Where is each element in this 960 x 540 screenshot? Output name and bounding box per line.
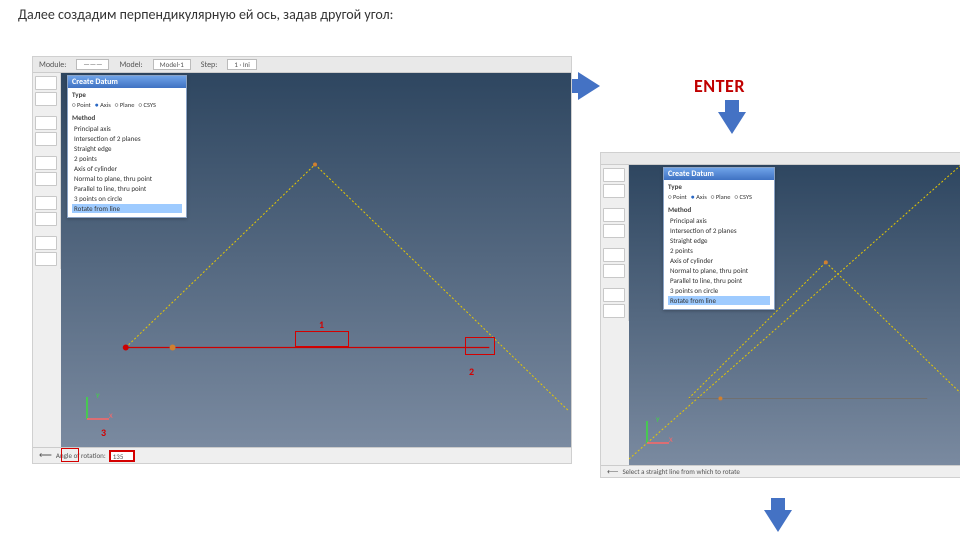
arrow-down-icon [764,510,792,532]
method-item[interactable]: Straight edge [72,144,182,153]
type-radios[interactable]: Point Axis Plane CSYS [68,99,186,111]
radio-csys[interactable]: CSYS [138,101,156,109]
highlight-box-3 [61,448,79,462]
method-item[interactable]: Intersection of 2 planes [72,134,182,143]
method-item[interactable]: Parallel to line, thru point [668,276,770,285]
palette-button[interactable] [603,184,625,198]
step-label: Step: [201,60,218,70]
module-label: Module: [39,60,66,70]
type-radios[interactable]: Point Axis Plane CSYS [664,191,774,203]
palette-button[interactable] [35,172,57,186]
step-select[interactable]: 1 · Ini [227,59,257,70]
method-item[interactable]: Principal axis [72,124,182,133]
method-item[interactable]: 2 points [668,246,770,255]
radio-axis[interactable]: Axis [95,101,111,109]
palette-button[interactable] [603,168,625,182]
dialog-title: Create Datum [68,76,186,88]
type-section-label: Type [68,88,186,99]
method-item[interactable]: Axis of cylinder [668,256,770,265]
palette-button[interactable] [35,212,57,226]
orientation-triad: Y X [643,417,673,447]
method-item[interactable]: 3 points on circle [668,286,770,295]
status-bar: ⟵ Angle of rotation: 135 [33,447,571,463]
module-select[interactable]: ——— [76,59,109,70]
palette-button[interactable] [35,196,57,210]
palette-button[interactable] [35,156,57,170]
method-item[interactable]: Straight edge [668,236,770,245]
viewport[interactable]: 1 2 Y X Create Datum Type Point Axis Pla… [61,73,571,447]
angle-input[interactable]: 135 [110,451,134,461]
method-item[interactable]: Parallel to line, thru point [72,184,182,193]
tool-palette [601,165,629,321]
palette-button[interactable] [35,76,57,90]
radio-csys[interactable]: CSYS [734,193,752,201]
model-select[interactable]: Model-1 [153,59,191,70]
screenshot-right: Y X Create Datum Type Point Axis Plane C… [600,152,960,478]
palette-button[interactable] [603,288,625,302]
method-item[interactable]: Axis of cylinder [72,164,182,173]
method-item[interactable]: Intersection of 2 planes [668,226,770,235]
status-prompt: Select a straight line from which to rot… [622,467,739,476]
radio-point[interactable]: Point [668,193,687,201]
method-item[interactable]: 3 points on circle [72,194,182,203]
axis-x-label: X [669,435,673,444]
radio-axis[interactable]: Axis [691,193,707,201]
method-section-label: Method [664,203,774,214]
method-list[interactable]: Principal axis Intersection of 2 planes … [68,122,186,217]
method-item-selected[interactable]: Rotate from line [72,204,182,213]
arrow-down-icon [718,112,746,134]
method-list[interactable]: Principal axis Intersection of 2 planes … [664,214,774,309]
top-toolbar: Module: ——— Model: Model-1 Step: 1 · Ini [33,57,571,73]
highlight-box-1 [295,331,349,347]
palette-button[interactable] [35,92,57,106]
dialog-title: Create Datum [664,168,774,180]
axis-y-label: Y [96,391,99,400]
orientation-triad: Y X [83,393,113,423]
palette-button[interactable] [603,224,625,238]
top-toolbar [601,153,960,165]
status-bar: ⟵ Select a straight line from which to r… [601,465,960,477]
tool-palette [33,73,61,269]
method-section-label: Method [68,111,186,122]
create-datum-dialog[interactable]: Create Datum Type Point Axis Plane CSYS … [663,167,775,310]
palette-button[interactable] [603,264,625,278]
viewport[interactable]: Y X Create Datum Type Point Axis Plane C… [629,165,960,465]
palette-button[interactable] [35,252,57,266]
palette-button[interactable] [35,132,57,146]
axis-x-label: X [109,411,113,420]
method-item[interactable]: Principal axis [668,216,770,225]
palette-button[interactable] [35,116,57,130]
enter-label: ENTER [694,75,745,97]
page-caption: Далее создадим перпендикулярную ей ось, … [18,6,393,23]
radio-plane[interactable]: Plane [711,193,731,201]
type-section-label: Type [664,180,774,191]
palette-button[interactable] [603,248,625,262]
annotation-3: 3 [101,426,106,439]
palette-button[interactable] [603,304,625,318]
model-label: Model: [119,60,142,70]
highlight-box-2 [465,337,495,355]
method-item-selected[interactable]: Rotate from line [668,296,770,305]
radio-plane[interactable]: Plane [115,101,135,109]
annotation-2: 2 [469,365,474,378]
radio-point[interactable]: Point [72,101,91,109]
method-item[interactable]: Normal to plane, thru point [668,266,770,275]
axis-y-label: Y [656,415,659,424]
create-datum-dialog[interactable]: Create Datum Type Point Axis Plane CSYS … [67,75,187,218]
palette-button[interactable] [603,208,625,222]
method-item[interactable]: 2 points [72,154,182,163]
arrow-right-icon [578,72,600,100]
annotation-1: 1 [319,318,324,331]
method-item[interactable]: Normal to plane, thru point [72,174,182,183]
palette-button[interactable] [35,236,57,250]
screenshot-left: Module: ——— Model: Model-1 Step: 1 · Ini [32,56,572,464]
